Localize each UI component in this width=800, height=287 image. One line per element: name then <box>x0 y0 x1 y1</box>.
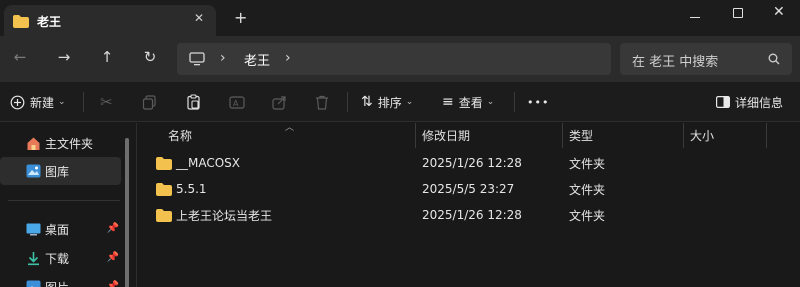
chevron-down-icon: ⌄ <box>486 97 495 107</box>
command-bar: 新建 ⌄ ✂ A ⇅ 排序 ⌄ ≡ 查看 ⌄ ••• 详细信息 <box>0 82 800 122</box>
rename-icon[interactable]: A <box>229 82 245 122</box>
paste-icon[interactable] <box>186 82 201 122</box>
add-circle-icon <box>10 95 25 109</box>
chevron-right-icon[interactable]: › <box>285 50 291 66</box>
file-type: 文件夹 <box>569 208 606 223</box>
copy-icon[interactable] <box>142 82 157 122</box>
divider <box>83 92 84 112</box>
tab-laowang[interactable]: 老王 ✕ <box>4 5 216 36</box>
maximize-icon[interactable] <box>733 8 743 18</box>
sidebar-scrollbar[interactable] <box>125 138 129 287</box>
divider <box>8 200 120 201</box>
sidebar-item-label: 图片 <box>45 279 69 287</box>
desktop-icon <box>26 223 41 235</box>
sort-icon: ⇅ <box>361 94 373 110</box>
download-icon <box>28 251 39 265</box>
file-type: 文件夹 <box>569 182 606 197</box>
sort-caret-icon: ︿ <box>285 123 295 133</box>
column-header-name[interactable]: 名称 <box>168 123 192 148</box>
view-list-icon: ≡ <box>442 94 454 110</box>
search-icon[interactable] <box>768 53 780 65</box>
file-row[interactable]: 5.5.1 2025/5/5 23:27 文件夹 <box>138 176 800 202</box>
file-type: 文件夹 <box>569 156 606 171</box>
search-box[interactable]: 在 老王 中搜索 <box>620 43 792 75</box>
chevron-down-icon: ⌄ <box>405 97 414 107</box>
svg-text:A: A <box>233 99 239 108</box>
forward-arrow-icon[interactable]: → <box>52 45 76 69</box>
file-modified: 2025/5/5 23:27 <box>422 182 515 196</box>
file-name: 上老王论坛当老王 <box>176 208 273 223</box>
chevron-right-icon[interactable]: › <box>220 50 226 66</box>
divider <box>514 92 515 112</box>
pictures-icon <box>26 280 41 287</box>
sidebar-item-downloads[interactable]: 下载 📌 <box>0 244 121 272</box>
new-tab-button[interactable]: + <box>234 10 247 26</box>
sort-label: 排序 <box>377 95 402 110</box>
address-bar[interactable]: › 老王 › <box>177 43 611 75</box>
sidebar-item-label: 图库 <box>45 164 70 179</box>
home-icon <box>27 137 40 150</box>
divider <box>347 92 348 112</box>
share-icon[interactable] <box>272 82 287 122</box>
folder-icon <box>13 15 29 28</box>
computer-icon <box>189 52 205 66</box>
pin-icon[interactable]: 📌 <box>107 223 119 234</box>
sidebar-item-home[interactable]: 主文件夹 <box>0 129 121 157</box>
navigation-bar: ← → ↑ ↻ › 老王 › 在 老王 中搜索 <box>0 36 800 82</box>
column-header-size[interactable]: 大小 <box>690 123 714 148</box>
close-window-icon[interactable]: ✕ <box>773 4 785 20</box>
search-input[interactable]: 在 老王 中搜索 <box>632 51 718 70</box>
sidebar-item-desktop[interactable]: 桌面 📌 <box>0 215 121 243</box>
file-modified: 2025/1/26 12:28 <box>422 156 522 170</box>
up-arrow-icon[interactable]: ↑ <box>95 45 119 69</box>
sidebar-item-label: 下载 <box>45 251 70 266</box>
folder-icon <box>156 209 172 222</box>
details-pane-icon <box>716 96 730 108</box>
cut-icon[interactable]: ✂ <box>100 82 113 122</box>
file-row[interactable]: 上老王论坛当老王 2025/1/26 12:28 文件夹 <box>138 202 800 228</box>
file-name: 5.5.1 <box>176 182 207 196</box>
column-divider[interactable] <box>766 123 767 148</box>
sidebar-item-label: 桌面 <box>45 222 70 237</box>
sidebar-item-pictures[interactable]: 图片 📌 <box>0 273 121 287</box>
folder-icon <box>156 157 172 170</box>
pin-icon[interactable]: 📌 <box>107 252 119 263</box>
new-button[interactable]: 新建 ⌄ <box>10 82 66 122</box>
details-label: 详细信息 <box>735 95 784 110</box>
file-modified: 2025/1/26 12:28 <box>422 208 522 222</box>
view-button[interactable]: ≡ 查看 ⌄ <box>442 82 494 122</box>
view-label: 查看 <box>458 95 483 110</box>
breadcrumb-laowang[interactable]: 老王 <box>244 50 270 69</box>
column-header-modified[interactable]: 修改日期 <box>422 123 470 148</box>
title-bar: 老王 ✕ + ✕ <box>0 0 800 36</box>
details-pane-button[interactable]: 详细信息 <box>716 82 783 122</box>
tab-title: 老王 <box>37 15 62 29</box>
gallery-icon <box>26 164 41 178</box>
file-list: ︿ 名称 修改日期 类型 大小 __MACOSX 2025/1/26 12:28… <box>138 123 800 287</box>
column-divider[interactable] <box>415 123 416 148</box>
refresh-icon[interactable]: ↻ <box>138 45 162 69</box>
back-arrow-icon[interactable]: ← <box>8 45 32 69</box>
column-divider[interactable] <box>562 123 563 148</box>
minimize-icon[interactable] <box>690 17 700 18</box>
folder-icon <box>156 183 172 196</box>
chevron-down-icon: ⌄ <box>58 97 66 107</box>
delete-icon[interactable] <box>315 82 329 122</box>
sidebar-item-label: 主文件夹 <box>45 136 94 151</box>
sidebar-item-gallery[interactable]: 图库 <box>0 157 121 185</box>
pin-icon[interactable]: 📌 <box>107 281 119 287</box>
navigation-pane: 主文件夹 图库 桌面 📌 下载 📌 图片 📌 <box>0 123 137 287</box>
column-header-type[interactable]: 类型 <box>569 123 593 148</box>
close-tab-icon[interactable]: ✕ <box>194 11 204 25</box>
more-options-button[interactable]: ••• <box>527 82 549 122</box>
column-divider[interactable] <box>683 123 684 148</box>
new-label: 新建 <box>30 95 55 110</box>
sort-button[interactable]: ⇅ 排序 ⌄ <box>361 82 413 122</box>
file-name: __MACOSX <box>176 156 241 170</box>
file-row[interactable]: __MACOSX 2025/1/26 12:28 文件夹 <box>138 150 800 176</box>
